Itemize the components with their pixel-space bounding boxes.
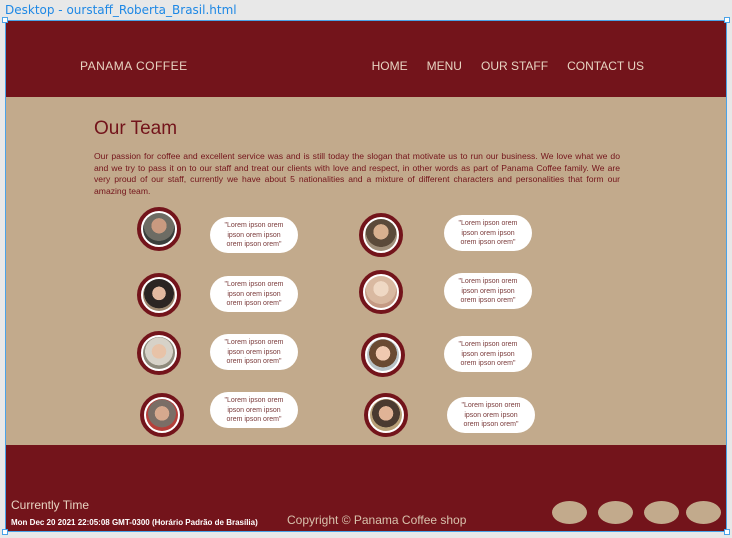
staff-quote: "Lorem ipson orem ipson orem ipson orem … [444,273,532,309]
resize-handle[interactable] [724,17,730,23]
staff-quote: "Lorem ipson orem ipson orem ipson orem … [210,334,298,370]
staff-avatar [359,270,403,314]
nav-home[interactable]: HOME [372,59,408,73]
team-intro: Our passion for coffee and excellent ser… [94,151,620,196]
social-icon[interactable] [644,501,679,524]
brand-logo[interactable]: PANAMA COFFEE [80,59,188,73]
staff-quote: "Lorem ipson orem ipson orem ipson orem … [444,336,532,372]
staff-avatar [361,333,405,377]
social-icon[interactable] [686,501,721,524]
staff-quote: "Lorem ipson orem ipson orem ipson orem … [210,217,298,253]
social-icon[interactable] [598,501,633,524]
staff-avatar [137,331,181,375]
page-frame: PANAMA COFFEE HOME MENU OUR STAFF CONTAC… [5,20,727,532]
staff-avatar [137,273,181,317]
social-icon[interactable] [552,501,587,524]
staff-avatar [364,393,408,437]
nav-menu[interactable]: MENU [427,59,462,73]
copyright-text: Copyright © Panama Coffee shop [287,513,467,527]
nav-contact-us[interactable]: CONTACT US [567,59,644,73]
resize-handle[interactable] [724,529,730,535]
page-title: Our Team [94,118,178,139]
editor-tab-title: Desktop - ourstaff_Roberta_Brasil.html [5,3,237,17]
staff-quote: "Lorem ipson orem ipson orem ipson orem … [447,397,535,433]
current-time-value: Mon Dec 20 2021 22:05:08 GMT-0300 (Horár… [11,518,258,527]
staff-quote: "Lorem ipson orem ipson orem ipson orem … [210,276,298,312]
team-section: Our Team Our passion for coffee and exce… [6,97,726,445]
main-nav: HOME MENU OUR STAFF CONTACT US [372,59,644,73]
site-header: PANAMA COFFEE HOME MENU OUR STAFF CONTAC… [6,21,726,97]
site-footer: Currently Time Mon Dec 20 2021 22:05:08 … [6,445,726,531]
nav-our-staff[interactable]: OUR STAFF [481,59,548,73]
staff-quote: "Lorem ipson orem ipson orem ipson orem … [444,215,532,251]
staff-avatar [359,213,403,257]
staff-quote: "Lorem ipson orem ipson orem ipson orem … [210,392,298,428]
resize-handle[interactable] [2,17,8,23]
staff-avatar [137,207,181,251]
current-time-label: Currently Time [11,498,90,512]
resize-handle[interactable] [2,529,8,535]
staff-avatar [140,393,184,437]
